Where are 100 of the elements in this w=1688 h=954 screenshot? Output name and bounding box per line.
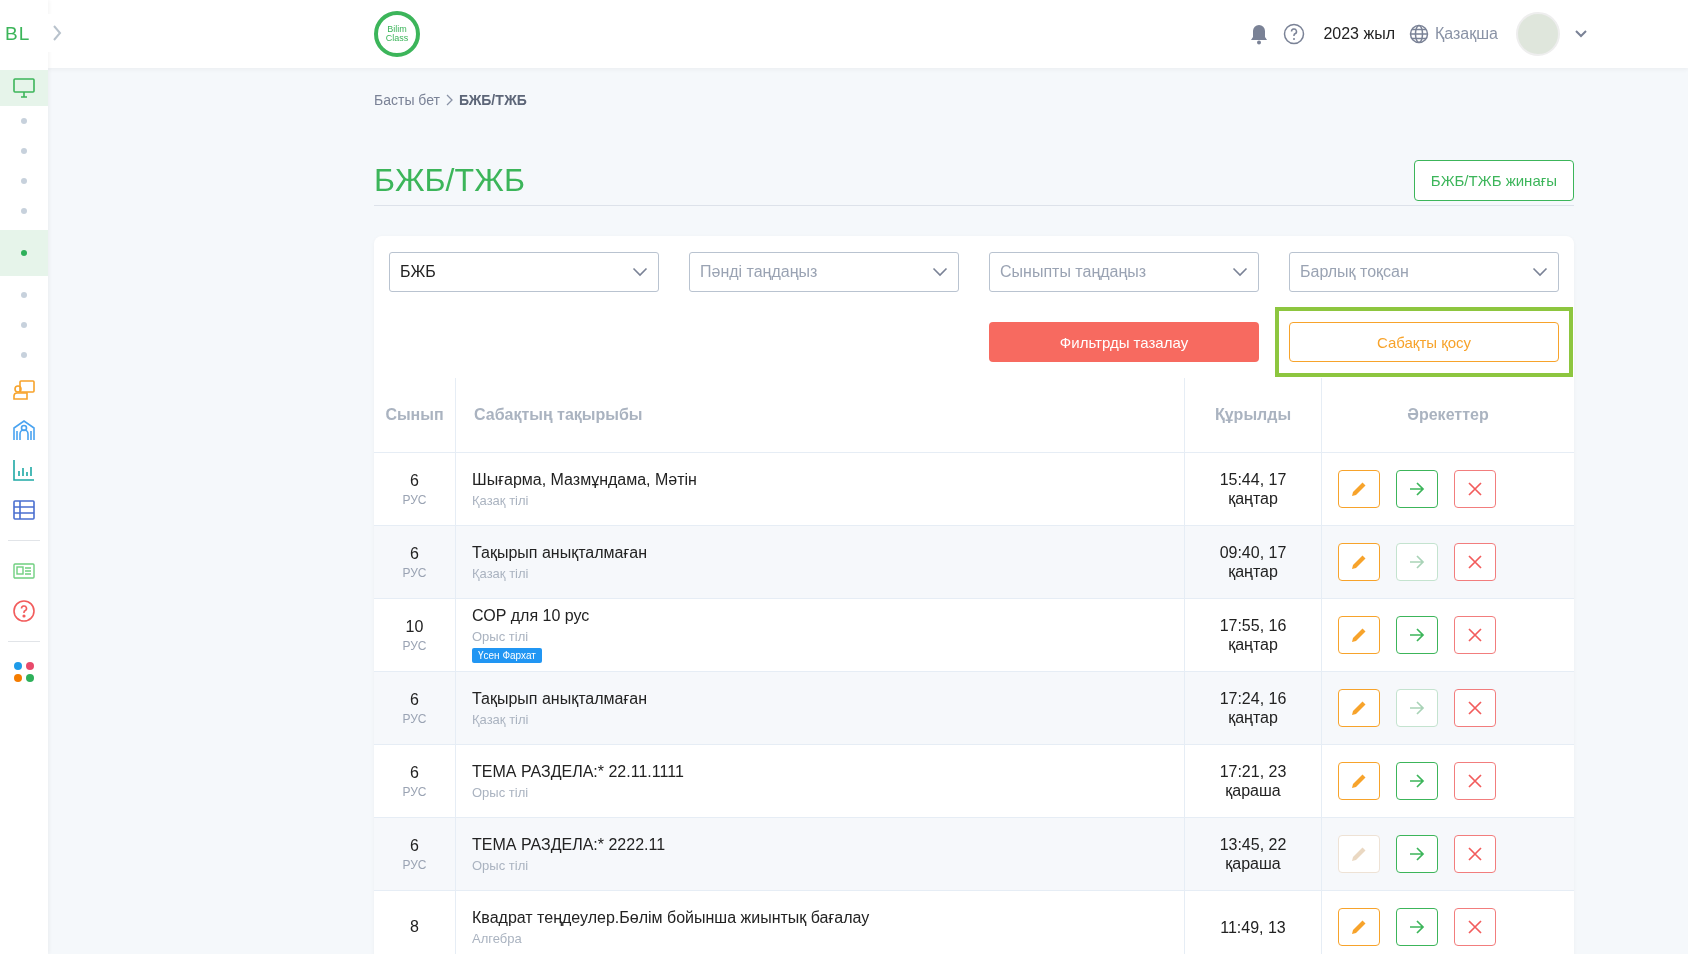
chevron-down-icon <box>1232 267 1248 277</box>
created-date: 17:24, 16 қаңтар <box>1218 689 1288 727</box>
help-button[interactable] <box>1283 23 1306 45</box>
arrow-right-icon <box>1408 481 1426 497</box>
lesson-title: ТЕМА РАЗДЕЛА:* 22.11.1111 <box>472 762 685 781</box>
open-button[interactable] <box>1396 470 1438 508</box>
delete-button[interactable] <box>1454 543 1496 581</box>
subject-name: Қазақ тілі <box>472 565 530 581</box>
edit-button[interactable] <box>1338 908 1380 946</box>
class-number: 6 <box>409 836 420 855</box>
logo-text[interactable]: BL <box>0 23 31 45</box>
class-language: РУС <box>401 565 428 580</box>
notifications-button[interactable] <box>1249 23 1270 45</box>
lesson-title: Тақырып анықталмаған <box>472 543 649 562</box>
dropdown-field[interactable]: Пәнді таңдаңыз <box>689 252 959 292</box>
dot-icon <box>21 250 27 256</box>
column-header: Сынып <box>374 378 456 453</box>
pencil-icon <box>1350 699 1368 717</box>
delete-button[interactable] <box>1454 470 1496 508</box>
created-date: 17:21, 23 қараша <box>1218 762 1288 800</box>
column-header: Әрекеттер <box>1321 378 1574 453</box>
open-button[interactable] <box>1396 616 1438 654</box>
dropdown-field[interactable]: Сыныпты таңдаңыз <box>989 252 1259 292</box>
pencil-icon <box>1350 772 1368 790</box>
avatar[interactable] <box>1516 12 1560 56</box>
edit-button[interactable] <box>1338 762 1380 800</box>
chevron-down-icon <box>1532 267 1548 277</box>
clear-filters-button[interactable]: Фильтрды тазалау <box>989 322 1259 362</box>
open-button[interactable] <box>1396 762 1438 800</box>
class-language: РУС <box>401 857 428 872</box>
delete-button[interactable] <box>1454 762 1496 800</box>
subject-name: Орыс тілі <box>472 629 530 644</box>
chevron-right-icon <box>52 24 62 42</box>
delete-button[interactable] <box>1454 689 1496 727</box>
column-header: Құрылды <box>1184 378 1322 453</box>
collection-button[interactable]: БЖБ/ТЖБ жинағы <box>1413 160 1574 201</box>
pencil-icon <box>1350 918 1368 936</box>
sidebar-item[interactable] <box>0 70 48 106</box>
pencil-icon <box>1350 480 1368 498</box>
dot-icon <box>21 178 27 184</box>
edit-button[interactable] <box>1338 689 1380 727</box>
dropdown-field[interactable]: БЖБ <box>389 252 659 292</box>
close-icon <box>1467 627 1483 643</box>
globe-icon <box>1409 24 1429 44</box>
year-label[interactable]: 2023 жыл <box>1323 25 1395 43</box>
close-icon <box>1467 919 1483 935</box>
school-building-icon <box>12 418 36 442</box>
add-lesson-button[interactable]: Сабақты қосу <box>1289 322 1559 362</box>
pencil-icon <box>1350 553 1368 571</box>
close-icon <box>1467 700 1483 716</box>
dot-icon <box>21 118 27 124</box>
chevron-down-icon <box>932 267 948 277</box>
monitor-icon <box>12 76 36 100</box>
arrow-right-icon <box>1408 700 1426 716</box>
bell-icon <box>1249 23 1270 45</box>
edit-button[interactable] <box>1338 616 1380 654</box>
chevron-down-icon <box>632 267 648 277</box>
class-language: РУС <box>401 492 428 507</box>
class-language: РУС <box>401 638 428 653</box>
delete-button[interactable] <box>1454 908 1496 946</box>
class-number: 6 <box>409 763 420 782</box>
edit-button[interactable] <box>1338 543 1380 581</box>
column-header: Сабақтың тақырыбы <box>455 378 1185 453</box>
bar-chart-icon <box>12 458 36 482</box>
close-icon <box>1467 846 1483 862</box>
dot-icon <box>21 352 27 358</box>
open-button[interactable] <box>1396 908 1438 946</box>
site-logo[interactable]: Bilim Class <box>374 11 420 57</box>
arrow-right-icon <box>1408 627 1426 643</box>
subject-name: Орыс тілі <box>472 784 530 800</box>
delete-button[interactable] <box>1454 835 1496 873</box>
open-button[interactable] <box>1396 835 1438 873</box>
lesson-title: Квадрат теңдеулер.Бөлім бойынша жиынтық бағалау <box>472 908 871 927</box>
breadcrumb-link[interactable]: Басты бет <box>374 92 440 108</box>
dot-icon <box>21 208 27 214</box>
edit-button[interactable] <box>1338 470 1380 508</box>
close-icon <box>1467 773 1483 789</box>
close-icon <box>1467 481 1483 497</box>
chevron-down-icon <box>1574 29 1588 39</box>
dropdown-field[interactable]: Барлық тоқсан <box>1289 252 1559 292</box>
chevron-right-icon <box>445 94 453 106</box>
table-icon <box>12 498 36 522</box>
delete-button[interactable] <box>1454 616 1496 654</box>
arrow-right-icon <box>1408 554 1426 570</box>
class-language: РУС <box>401 711 428 726</box>
author-tag: Үсен Фархат <box>472 648 542 663</box>
teacher-at-board-icon <box>12 378 36 402</box>
class-number: 6 <box>409 690 420 709</box>
class-number: 10 <box>404 617 425 636</box>
lesson-title: СОР для 10 рус <box>472 607 591 625</box>
class-number: 6 <box>409 471 420 490</box>
help-icon <box>1283 23 1306 45</box>
lesson-title: Шығарма, Мазмұндама, Мәтін <box>472 470 698 489</box>
lesson-title: Тақырып анықталмаған <box>472 689 649 708</box>
subject-name: Алгебра <box>472 930 523 946</box>
language-selector[interactable]: Қазақша <box>1409 24 1498 44</box>
arrow-right-icon <box>1408 919 1426 935</box>
arrow-right-icon <box>1408 773 1426 789</box>
profile-menu-button[interactable] <box>1574 29 1588 39</box>
pencil-icon <box>1350 845 1368 863</box>
